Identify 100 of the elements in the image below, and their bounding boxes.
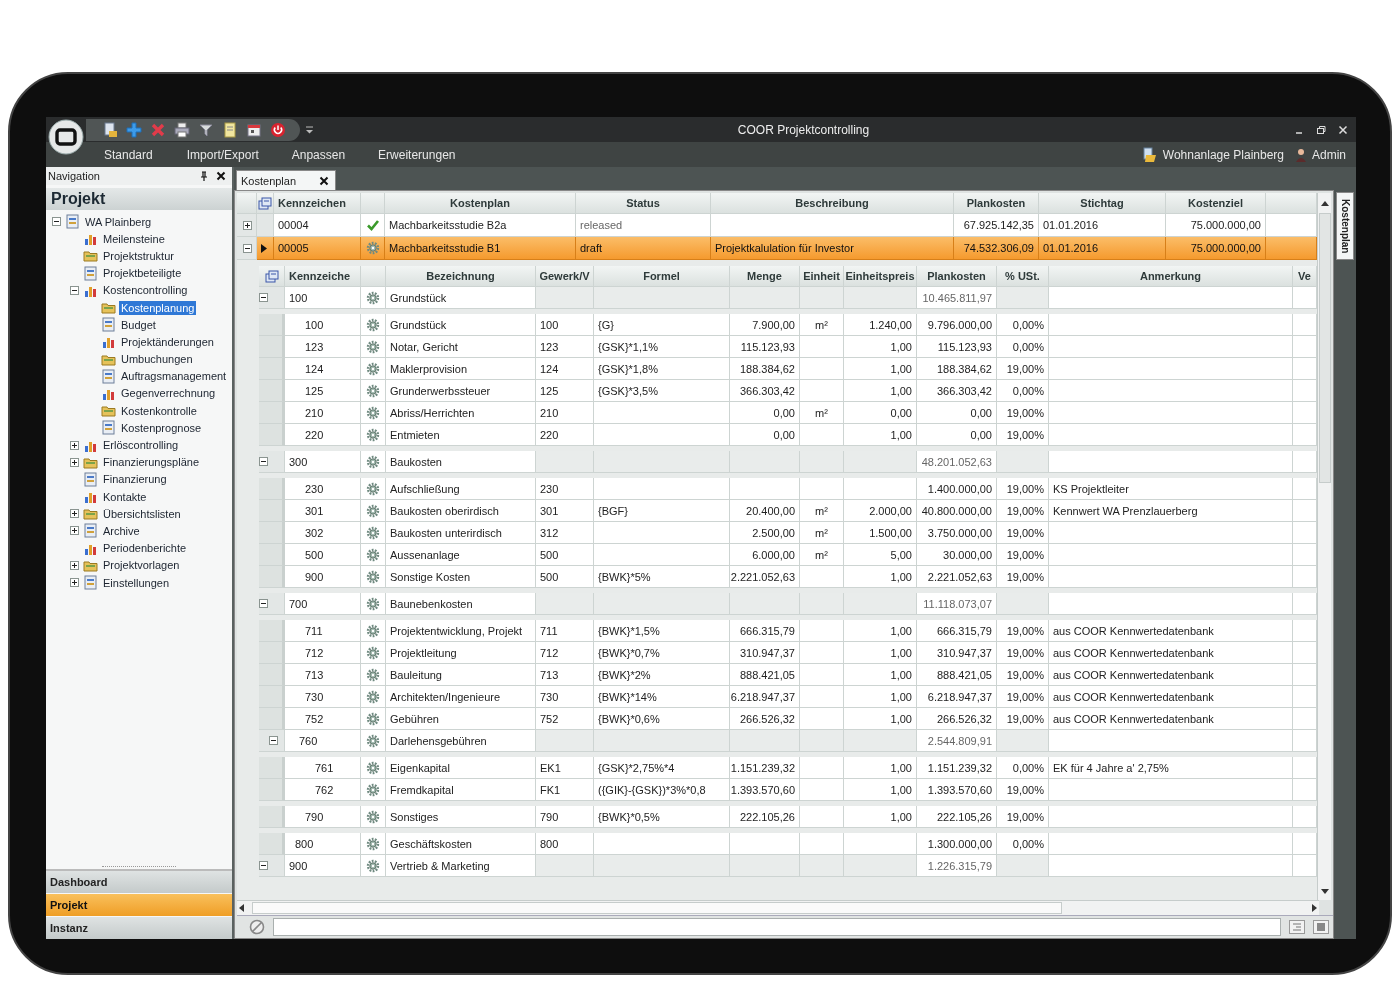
expand-toggle[interactable] bbox=[69, 578, 79, 588]
tree-item[interactable]: Projektbeteiligte bbox=[101, 266, 184, 281]
pane-tab[interactable]: Projekt bbox=[46, 894, 232, 916]
document-tab[interactable]: Kostenplan bbox=[236, 170, 336, 190]
expand-toggle[interactable] bbox=[69, 509, 79, 519]
tree-item[interactable]: Archive bbox=[101, 523, 142, 538]
column-header[interactable]: Kennzeiche bbox=[285, 266, 361, 287]
app-menu-button[interactable] bbox=[48, 119, 84, 155]
plus-icon[interactable] bbox=[126, 121, 142, 138]
tree-item[interactable]: Kostencontrolling bbox=[101, 283, 190, 298]
collapse-toggle[interactable] bbox=[269, 736, 278, 745]
tree-item[interactable]: Übersichtslisten bbox=[101, 506, 183, 521]
column-header[interactable]: Kostenplan bbox=[385, 193, 576, 214]
tree-item[interactable]: Finanzierung bbox=[101, 472, 169, 487]
tree-item[interactable]: Gegenverrechnung bbox=[119, 386, 218, 401]
menu-item[interactable]: Import/Export bbox=[186, 143, 259, 166]
tree-item[interactable]: Auftragsmanagement bbox=[119, 369, 229, 384]
column-chooser-icon[interactable] bbox=[264, 269, 279, 283]
tree-item[interactable]: Einstellungen bbox=[101, 575, 172, 590]
horizontal-scrollbar[interactable] bbox=[237, 900, 1319, 915]
collapse-toggle[interactable] bbox=[243, 243, 252, 253]
collapse-toggle[interactable] bbox=[259, 293, 268, 302]
column-header[interactable]: Menge bbox=[730, 266, 800, 287]
expand-toggle[interactable] bbox=[69, 440, 79, 450]
collapse-toggle[interactable] bbox=[69, 285, 79, 295]
tree-item[interactable]: Projektvorlagen bbox=[101, 558, 182, 573]
restore-icon[interactable] bbox=[1316, 124, 1326, 135]
column-header[interactable]: Einheit bbox=[800, 266, 844, 287]
column-header[interactable]: Ve bbox=[1293, 266, 1317, 287]
tree-item[interactable]: Projektänderungen bbox=[119, 334, 216, 349]
tree-item[interactable]: Erlöscontrolling bbox=[101, 438, 181, 453]
filter-field[interactable] bbox=[273, 918, 1281, 936]
caret-icon[interactable] bbox=[306, 125, 313, 134]
tree-item[interactable]: Meilensteine bbox=[101, 231, 167, 246]
column-header[interactable]: Kennzeichen bbox=[274, 193, 361, 214]
tree-item[interactable]: WA Plainberg bbox=[83, 214, 154, 229]
collapse-toggle[interactable] bbox=[259, 861, 268, 870]
expand-toggle[interactable] bbox=[69, 457, 79, 467]
column-header[interactable]: % USt. bbox=[997, 266, 1049, 287]
column-header[interactable]: Status bbox=[576, 193, 711, 214]
grid-icon[interactable] bbox=[1313, 920, 1329, 934]
tree-item[interactable]: Periodenberichte bbox=[101, 541, 189, 556]
tree-item[interactable]: Kostenkontrolle bbox=[119, 403, 199, 418]
pin-icon[interactable] bbox=[199, 171, 209, 181]
table-row[interactable]: 00005 Machbarkeitsstudie B1 draft Projektkalulation für Investor 74.532.306,09 01.01.2016 75.000.000,00 bbox=[237, 237, 1317, 260]
no-entry-icon[interactable] bbox=[249, 919, 265, 935]
scroll-left-icon[interactable] bbox=[239, 904, 244, 912]
project-name[interactable]: Wohnanlage Plainberg bbox=[1162, 147, 1284, 162]
column-chooser-icon[interactable] bbox=[258, 196, 272, 210]
tree-item[interactable]: Kostenplanung bbox=[119, 300, 197, 315]
side-tab[interactable]: Kostenplan bbox=[1336, 192, 1354, 261]
column-header[interactable]: Anmerkung bbox=[1049, 266, 1293, 287]
column-header[interactable] bbox=[257, 193, 274, 214]
close-icon[interactable] bbox=[319, 175, 329, 186]
scroll-right-icon[interactable] bbox=[1312, 904, 1317, 912]
column-header[interactable]: Beschreibung bbox=[711, 193, 954, 214]
align-right-icon[interactable] bbox=[1289, 920, 1305, 934]
column-header[interactable]: Einheitspreis bbox=[844, 266, 917, 287]
collapse-toggle[interactable] bbox=[259, 599, 268, 608]
filter-icon[interactable] bbox=[198, 121, 214, 138]
tree-item[interactable]: Budget bbox=[119, 317, 158, 332]
scroll-down-icon[interactable] bbox=[1320, 889, 1329, 894]
scroll-up-icon[interactable] bbox=[1320, 201, 1329, 206]
menu-item[interactable]: Erweiterungen bbox=[378, 143, 456, 166]
vertical-scrollbar[interactable] bbox=[1317, 193, 1331, 900]
calendar-icon[interactable] bbox=[246, 121, 262, 138]
collapse-toggle[interactable] bbox=[51, 217, 61, 227]
document-icon[interactable] bbox=[102, 121, 118, 138]
pane-tab[interactable]: Dashboard bbox=[46, 871, 232, 893]
pane-tab[interactable]: Instanz bbox=[46, 917, 232, 939]
scroll-thumb[interactable] bbox=[1318, 213, 1331, 483]
column-header[interactable]: Bezeichnung bbox=[386, 266, 536, 287]
column-header[interactable]: Formel bbox=[594, 266, 730, 287]
menu-item[interactable]: Standard bbox=[104, 143, 153, 166]
tree-item[interactable]: Finanzierungspläne bbox=[101, 455, 201, 470]
scroll-thumb[interactable] bbox=[252, 902, 1062, 914]
tree-item[interactable]: Kontakte bbox=[101, 489, 149, 504]
table-cell bbox=[1293, 522, 1317, 544]
table-row[interactable]: 00004 Machbarkeitsstudie B2a released 67.925.142,35 01.01.2016 75.000.000,00 bbox=[237, 214, 1317, 237]
expand-toggle[interactable] bbox=[69, 526, 79, 536]
column-header[interactable] bbox=[259, 266, 285, 287]
tree-item[interactable]: Umbuchungen bbox=[119, 352, 195, 367]
table-cell: FK1 bbox=[536, 779, 594, 801]
note-icon[interactable] bbox=[222, 121, 238, 138]
expand-toggle[interactable] bbox=[243, 220, 252, 230]
column-header[interactable]: Gewerk/V bbox=[536, 266, 594, 287]
column-header[interactable]: Plankosten bbox=[917, 266, 997, 287]
tree-item[interactable]: Kostenprognose bbox=[119, 420, 204, 435]
column-header[interactable]: Kostenziel bbox=[1166, 193, 1266, 214]
close-icon[interactable] bbox=[216, 171, 226, 181]
power-icon[interactable] bbox=[270, 121, 286, 138]
collapse-toggle[interactable] bbox=[259, 457, 268, 466]
column-header[interactable]: Stichtag bbox=[1039, 193, 1166, 214]
menu-item[interactable]: Anpassen bbox=[291, 143, 346, 166]
table-cell bbox=[800, 779, 844, 801]
tree-item[interactable]: Projektstruktur bbox=[101, 248, 176, 263]
column-header[interactable]: Plankosten bbox=[954, 193, 1039, 214]
user-name[interactable]: Admin bbox=[1312, 147, 1346, 162]
expand-toggle[interactable] bbox=[69, 560, 79, 570]
printer-icon[interactable] bbox=[174, 121, 190, 138]
